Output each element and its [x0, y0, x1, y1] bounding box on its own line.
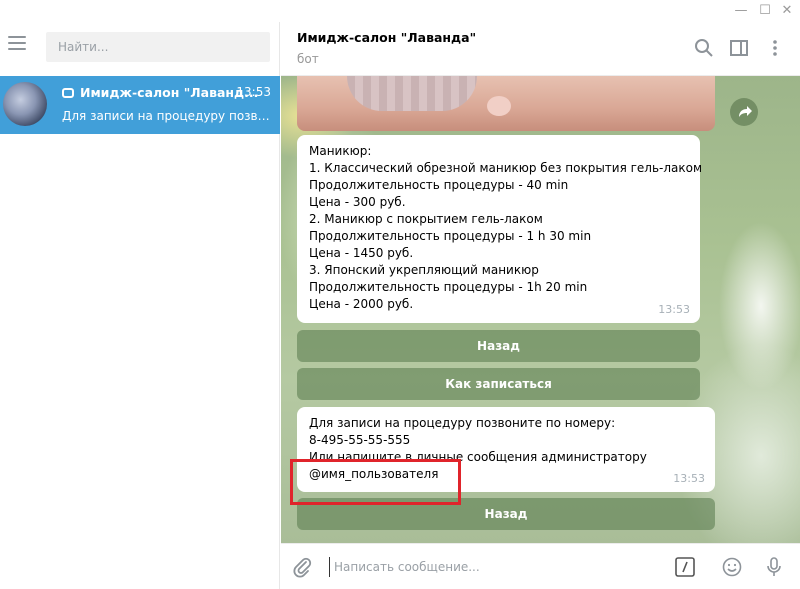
message-line: 8-495-55-55-555 [309, 433, 411, 447]
hamburger-menu-icon[interactable] [8, 36, 28, 56]
message-line: Маникюр: [309, 144, 372, 158]
back-button[interactable]: Назад [297, 330, 700, 362]
more-options-icon[interactable] [764, 37, 786, 59]
message-line: Цена - 300 руб. [309, 195, 406, 209]
message-line: Продолжительность процедуры - 40 min [309, 178, 569, 192]
dialog-item-salon[interactable]: Имидж-салон "Лаванд... 13:53 Для записи … [0, 76, 280, 134]
message-composer [281, 543, 800, 589]
message-time: 13:53 [658, 303, 690, 316]
manicure-photo[interactable] [297, 76, 715, 131]
share-icon[interactable] [730, 98, 758, 126]
avatar [3, 82, 47, 126]
dialog-time: 13:53 [236, 85, 271, 99]
emoji-icon[interactable] [721, 556, 743, 578]
message-bubble-price-list: Маникюр: 1. Классический обрезной маникю… [297, 135, 703, 323]
minimize-button[interactable]: — [730, 2, 752, 20]
chat-title[interactable]: Имидж-салон "Лаванда" [297, 30, 476, 45]
chat-header: Имидж-салон "Лаванда" бот [281, 22, 800, 76]
message-line: 1. Классический обрезной маникюр без пок… [309, 161, 703, 175]
sidebar-toggle-icon[interactable] [728, 37, 750, 59]
dialog-preview: Для записи на процедуру позвонить по ном… [62, 109, 272, 123]
paperclip-icon[interactable] [291, 556, 313, 578]
close-button[interactable]: ✕ [776, 2, 798, 20]
dialog-title-text: Имидж-салон "Лаванд... [80, 85, 259, 100]
dialog-title: Имидж-салон "Лаванд... [62, 85, 258, 100]
bot-command-icon[interactable] [674, 556, 696, 578]
title-bar: — ☐ ✕ [0, 0, 800, 22]
chat-subtitle: бот [297, 52, 319, 66]
microphone-icon[interactable] [763, 556, 785, 578]
message-line: Продолжительность процедуры - 1 h 30 min [309, 229, 592, 243]
message-line: Цена - 1450 руб. [309, 246, 414, 260]
search-input[interactable] [46, 32, 270, 62]
sidebar: Имидж-салон "Лаванд... 13:53 Для записи … [0, 22, 280, 589]
how-to-book-button[interactable]: Как записаться [297, 368, 700, 400]
maximize-button[interactable]: ☐ [754, 2, 776, 20]
message-line: 2. Маникюр с покрытием гель-лаком [309, 212, 543, 226]
message-input[interactable] [329, 557, 659, 577]
message-line: Продолжительность процедуры - 1h 20 min [309, 280, 588, 294]
search-icon[interactable] [693, 37, 715, 59]
message-line: 3. Японский укрепляющий маникюр [309, 263, 539, 277]
message-line: Цена - 2000 руб. [309, 297, 414, 311]
bot-icon [62, 88, 74, 98]
message-time: 13:53 [673, 472, 705, 485]
message-line: Для записи на процедуру позвоните по ном… [309, 416, 616, 430]
highlight-box [290, 459, 461, 505]
